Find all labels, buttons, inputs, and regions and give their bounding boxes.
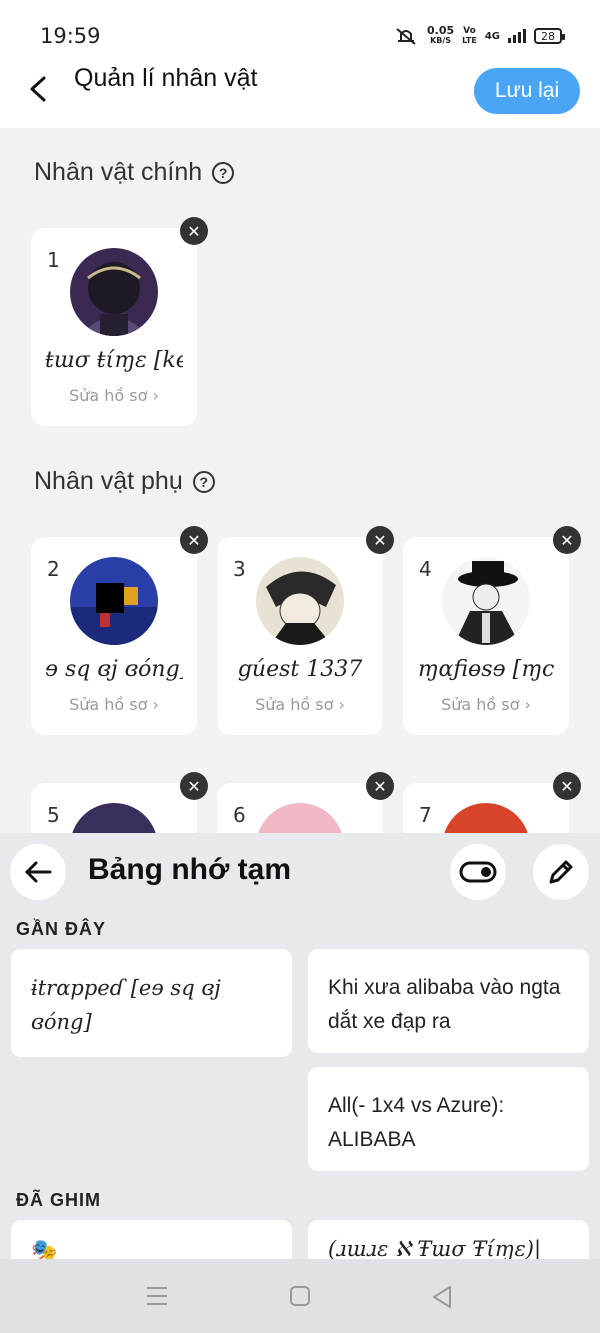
pinned-label: ĐÃ GHIM	[16, 1190, 101, 1210]
remove-icon[interactable]: ✕	[180, 526, 208, 554]
battery-level: 28	[541, 29, 555, 43]
battery-icon: 28	[534, 28, 565, 44]
edit-profile-link[interactable]: Sửa hồ sơ ›	[31, 695, 197, 714]
edit-profile-link[interactable]: Sửa hồ sơ ›	[217, 695, 383, 714]
system-nav-bar	[0, 1259, 600, 1333]
toggle-button[interactable]	[450, 844, 506, 900]
recent-label: GẦN ĐÂY	[16, 919, 107, 939]
clipboard-title: Bảng nhớ tạm	[88, 853, 291, 886]
mute-bell-icon	[396, 28, 416, 45]
pencil-icon	[549, 860, 573, 884]
main-characters-label: Nhân vật chính	[34, 158, 203, 186]
clipboard-item-text: ɨtrɑppeɗ [eɘ sq ɞj ɞóng]	[31, 976, 221, 1034]
clipboard-item[interactable]: (ɹɯɹɛ ℵ Ŧɯσ Ŧίɱɛ)|	[308, 1220, 589, 1259]
clipboard-item-text: (ɹɯɹɛ ℵ Ŧɯσ Ŧίɱɛ)|	[328, 1237, 542, 1259]
card-number: 2	[47, 557, 60, 581]
status-icons: 0.05 KB/S Vo LTE 4G 28	[393, 24, 565, 46]
card-number: 4	[419, 557, 432, 581]
clipboard-item-text: Khi xưa alibaba vào ngta dắt xe đạp ra	[328, 976, 561, 1033]
edit-profile-link[interactable]: Sửa hồ sơ ›	[31, 386, 197, 405]
character-card-1[interactable]: 1 ŧɯσ ŧίɱɛ [ke Sửa hồ sơ ›	[31, 228, 197, 426]
edit-button[interactable]	[533, 844, 589, 900]
menu-icon[interactable]	[145, 1285, 169, 1307]
back-button[interactable]	[10, 844, 66, 900]
avatar	[70, 248, 158, 336]
back-arrow-icon[interactable]	[22, 72, 56, 106]
main-characters-title: Nhân vật chính ?	[34, 158, 235, 187]
save-button[interactable]: Lưu lại	[474, 68, 580, 114]
character-name: ŧɯσ ŧίɱɛ [ke	[45, 348, 183, 373]
back-triangle-icon[interactable]	[430, 1285, 454, 1309]
clipboard-item[interactable]: 🎭	[11, 1220, 292, 1259]
card-number: 1	[47, 248, 60, 272]
side-characters-title: Nhân vật phụ ?	[34, 467, 215, 496]
remove-icon[interactable]: ✕	[180, 217, 208, 245]
clipboard-item-text: All(- 1x4 vs Azure): ALIBABA	[328, 1094, 505, 1151]
toggle-icon	[459, 861, 497, 883]
remove-icon[interactable]: ✕	[366, 772, 394, 800]
edit-profile-link[interactable]: Sửa hồ sơ ›	[403, 695, 569, 714]
card-number: 5	[47, 803, 60, 827]
avatar	[442, 557, 530, 645]
status-time: 19:59	[40, 24, 101, 48]
signal-icon	[508, 29, 526, 43]
avatar	[256, 557, 344, 645]
speed-indicator: 0.05 KB/S	[426, 24, 455, 45]
character-card-3[interactable]: 3 ցúest 1337 Sửa hồ sơ ›	[217, 537, 383, 735]
clipboard-item[interactable]: ɨtrɑppeɗ [eɘ sq ɞj ɞóng]	[11, 949, 292, 1057]
avatar	[70, 557, 158, 645]
card-number: 3	[233, 557, 246, 581]
character-card-4[interactable]: 4 ɱɑƒiɵsɘ [ɱc Sửa hồ sơ ›	[403, 537, 569, 735]
page-title: Quản lí nhân vật	[74, 64, 258, 92]
volte-indicator: Vo LTE	[462, 26, 477, 45]
character-name: ɘ sq ɞj ɞóng]	[45, 657, 183, 682]
network-type: 4G	[484, 30, 500, 42]
clipboard-item-text: 🎭	[31, 1239, 58, 1259]
help-icon[interactable]: ?	[192, 470, 215, 493]
remove-icon[interactable]: ✕	[366, 526, 394, 554]
clipboard-item[interactable]: All(- 1x4 vs Azure): ALIBABA	[308, 1067, 589, 1171]
remove-icon[interactable]: ✕	[553, 772, 581, 800]
side-characters-label: Nhân vật phụ	[34, 467, 183, 495]
clipboard-panel: Bảng nhớ tạm GẦN ĐÂY ɨtrɑppeɗ [eɘ sq ɞj …	[0, 833, 600, 1259]
character-card-2[interactable]: 2 ɘ sq ɞj ɞóng] Sửa hồ sơ ›	[31, 537, 197, 735]
remove-icon[interactable]: ✕	[553, 526, 581, 554]
status-bar: 19:59 0.05 KB/S Vo LTE 4G 28	[0, 0, 600, 60]
remove-icon[interactable]: ✕	[180, 772, 208, 800]
clipboard-item[interactable]: Khi xưa alibaba vào ngta dắt xe đạp ra	[308, 949, 589, 1053]
help-icon[interactable]: ?	[212, 161, 235, 184]
card-number: 7	[419, 803, 432, 827]
character-name: ցúest 1337	[237, 657, 363, 682]
home-icon[interactable]	[289, 1285, 311, 1307]
arrow-left-icon	[25, 861, 52, 883]
card-number: 6	[233, 803, 246, 827]
app-header: Quản lí nhân vật Lưu lại	[0, 60, 600, 128]
character-name: ɱɑƒiɵsɘ [ɱc	[417, 657, 555, 682]
